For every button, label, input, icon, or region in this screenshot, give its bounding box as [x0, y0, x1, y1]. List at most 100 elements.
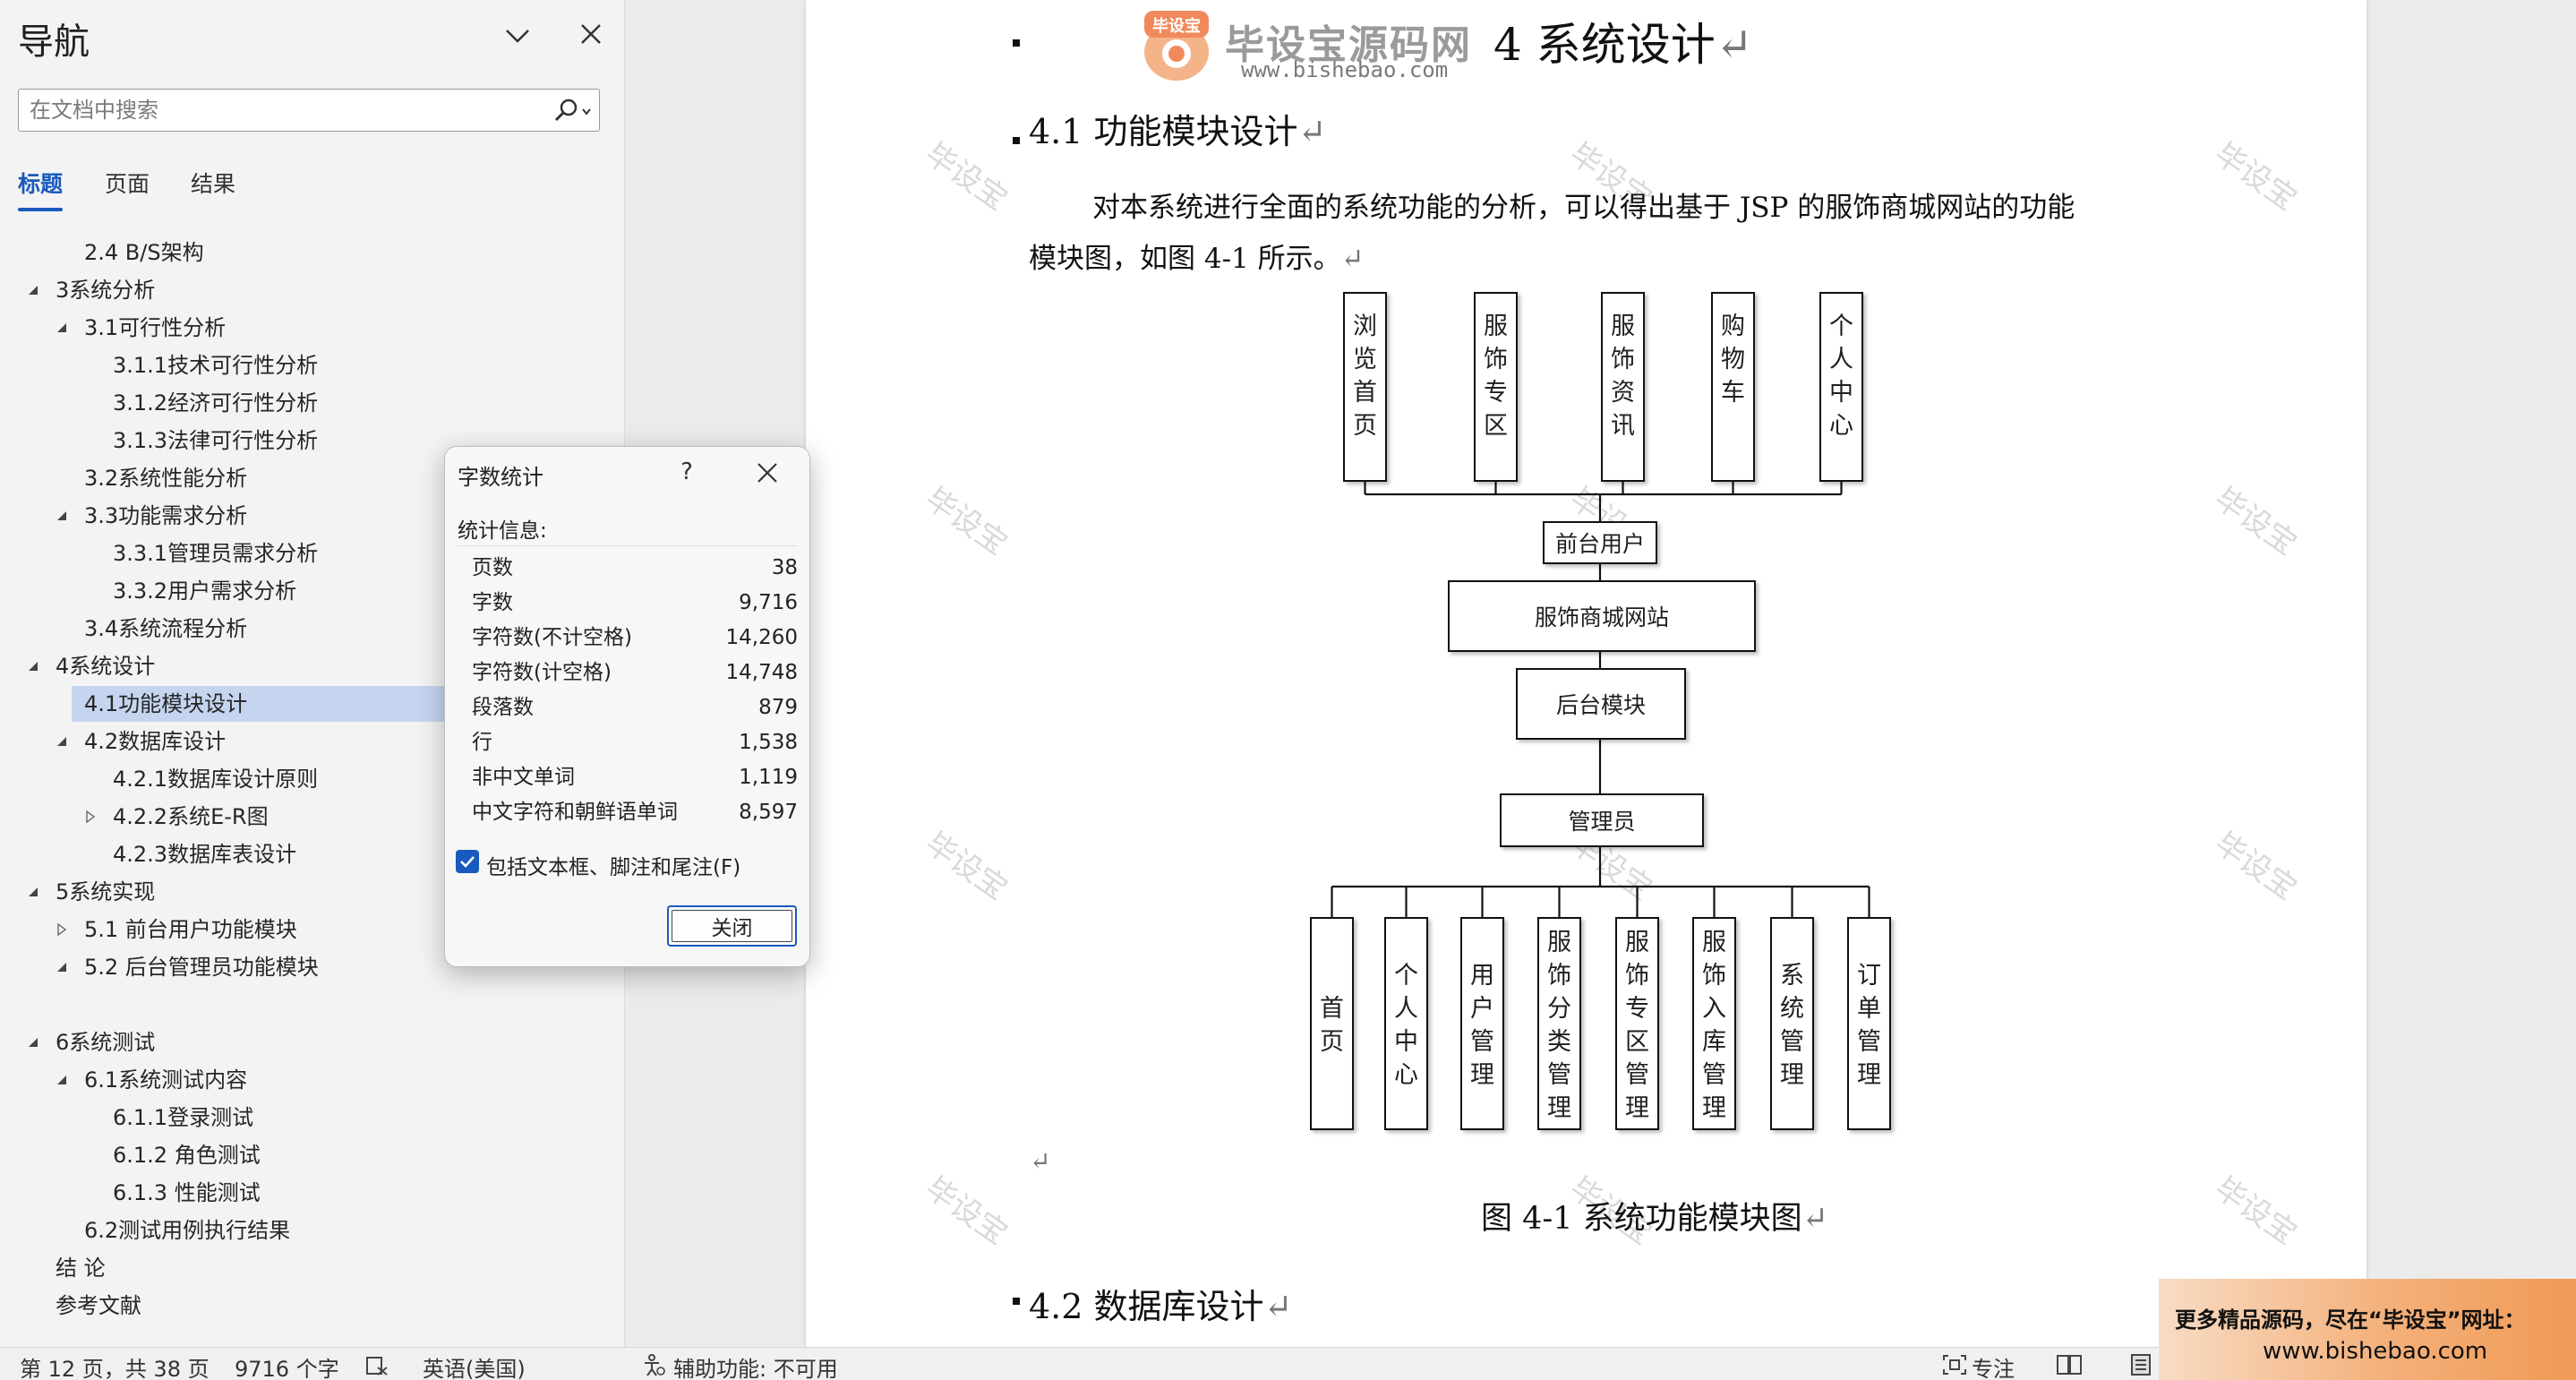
stat-name: 段落数: [472, 696, 534, 719]
search-input[interactable]: [30, 93, 549, 127]
stat-name: 行: [472, 731, 492, 754]
expanded-arrow-icon[interactable]: [27, 284, 39, 296]
nav-heading-item[interactable]: 参考文献: [0, 1288, 625, 1324]
nav-heading-label: 3.2系统性能分析: [84, 466, 248, 491]
nav-heading-label: 5.1 前台用户功能模块: [84, 917, 297, 942]
nav-heading-item[interactable]: 3.1.1技术可行性分析: [0, 347, 625, 383]
tab-results[interactable]: 结果: [191, 167, 235, 199]
nav-heading-label: 3.1.1技术可行性分析: [113, 353, 319, 378]
nav-heading-item[interactable]: 6.1系统测试内容: [0, 1062, 625, 1098]
tab-pages[interactable]: 页面: [105, 167, 150, 199]
stat-name: 中文字符和朝鲜语单词: [472, 801, 678, 824]
collapsed-arrow-icon[interactable]: [84, 810, 97, 823]
nav-heading-label: 3.1.3法律可行性分析: [113, 428, 319, 453]
nav-heading-item[interactable]: 3.1可行性分析: [0, 310, 625, 346]
stat-value: 38: [771, 556, 798, 579]
collapsed-arrow-icon[interactable]: [56, 923, 68, 936]
include-textboxes-checkbox[interactable]: [456, 850, 479, 873]
front-user-box-label: 前台用户: [1554, 531, 1645, 557]
bottom-module-box: 服饰入库管理: [1692, 917, 1736, 1130]
search-icon[interactable]: [547, 96, 595, 126]
expanded-arrow-icon[interactable]: [27, 660, 39, 673]
function-module-diagram: 浏览首页 服饰专区 服饰资讯 购物车 个人中心 前台用户 服饰商城网站 后台模块 管理员 首页 个人…: [806, 0, 2366, 1347]
help-icon[interactable]: ?: [669, 454, 705, 490]
nav-heading-item[interactable]: 3系统分析: [0, 272, 625, 308]
stat-value: 14,748: [725, 661, 798, 684]
nav-heading-label: 5系统实现: [56, 879, 156, 904]
nav-heading-item[interactable]: [0, 987, 625, 1023]
print-layout-icon[interactable]: [2127, 1353, 2154, 1376]
include-textboxes-label[interactable]: 包括文本框、脚注和尾注(F): [486, 850, 740, 880]
ad-banner[interactable]: 更多精品源码，尽在“毕设宝”网址： www.bishebao.com: [2159, 1279, 2576, 1380]
ad-url[interactable]: www.bishebao.com: [2263, 1338, 2487, 1365]
nav-heading-label: 5.2 后台管理员功能模块: [84, 955, 319, 980]
stat-row: 页数 38: [472, 551, 798, 586]
focus-icon[interactable]: [1941, 1353, 1968, 1376]
read-mode-icon[interactable]: [2056, 1353, 2083, 1376]
language[interactable]: 英语(美国): [423, 1351, 526, 1380]
nav-heading-label: 6.1.3 性能测试: [113, 1180, 261, 1205]
nav-heading-item[interactable]: 3.1.2经济可行性分析: [0, 385, 625, 421]
nav-heading-label: 3.1.2经济可行性分析: [113, 390, 319, 416]
bottom-module-box: 服饰分类管理: [1537, 917, 1581, 1130]
accessibility-icon[interactable]: [641, 1353, 668, 1376]
nav-heading-label: 6.2测试用例执行结果: [84, 1218, 291, 1243]
stat-value: 1,538: [739, 731, 798, 754]
document-page[interactable]: 毕设宝 毕设宝 毕设宝 毕设宝 毕设宝 毕设宝 毕设宝 毕设宝 毕设宝 毕设宝 …: [806, 0, 2366, 1347]
nav-heading-label: 参考文献: [56, 1293, 141, 1318]
nav-heading-label: 2.4 B/S架构: [84, 240, 204, 265]
divider: [458, 545, 798, 546]
dialog-title: 字数统计: [458, 465, 543, 490]
nav-heading-item[interactable]: 6系统测试: [0, 1024, 625, 1060]
expanded-arrow-icon[interactable]: [27, 886, 39, 898]
stat-row: 字符数(计空格) 14,748: [472, 656, 798, 690]
close-button[interactable]: 关闭: [667, 905, 797, 947]
nav-heading-label: 4.1功能模块设计: [84, 691, 248, 716]
stat-name: 页数: [472, 556, 513, 579]
nav-heading-item[interactable]: 6.1.3 性能测试: [0, 1175, 625, 1211]
chevron-down-icon[interactable]: [501, 20, 534, 52]
expanded-arrow-icon[interactable]: [56, 1074, 68, 1086]
focus-mode[interactable]: 专注: [1972, 1351, 2015, 1380]
nav-heading-label: 3.3.2用户需求分析: [113, 579, 297, 604]
nav-heading-label: 6.1.1登录测试: [113, 1105, 254, 1130]
top-module-box-label: 浏览首页: [1353, 313, 1377, 440]
expanded-arrow-icon[interactable]: [27, 1036, 39, 1049]
bottom-module-box-label: 系统管理: [1780, 962, 1804, 1089]
expanded-arrow-icon[interactable]: [56, 321, 68, 334]
top-module-box-label: 个人中心: [1829, 313, 1853, 440]
stat-row: 字符数(不计空格) 14,260: [472, 621, 798, 656]
tab-headings[interactable]: 标题: [18, 167, 63, 199]
empty-paragraph-mark: ↵: [1030, 1146, 1051, 1176]
stat-row: 段落数 879: [472, 690, 798, 725]
stat-value: 8,597: [739, 801, 798, 824]
close-icon[interactable]: [575, 18, 607, 50]
stat-name: 字符数(不计空格): [472, 626, 632, 649]
stat-row: 非中文单词 1,119: [472, 760, 798, 795]
nav-heading-item[interactable]: 结 论: [0, 1250, 625, 1286]
nav-heading-item[interactable]: 6.1.1登录测试: [0, 1100, 625, 1136]
site-box-label: 服饰商城网站: [1534, 604, 1669, 630]
nav-heading-label: 3.3.1管理员需求分析: [113, 541, 319, 566]
nav-heading-label: 6.1.2 角色测试: [113, 1143, 261, 1168]
nav-heading-label: 6系统测试: [56, 1030, 156, 1055]
nav-heading-item[interactable]: 2.4 B/S架构: [0, 235, 625, 270]
top-module-box: 浏览首页: [1343, 292, 1387, 482]
nav-heading-label: 4.2.3数据库表设计: [113, 842, 297, 867]
accessibility-status[interactable]: 辅助功能: 不可用: [673, 1351, 838, 1380]
expanded-arrow-icon[interactable]: [56, 510, 68, 522]
bottom-module-box: 个人中心: [1384, 917, 1428, 1130]
expanded-arrow-icon[interactable]: [56, 961, 68, 973]
expanded-arrow-icon[interactable]: [56, 735, 68, 748]
word-count[interactable]: 9716 个字: [235, 1351, 339, 1380]
page-count[interactable]: 第 12 页，共 38 页: [20, 1351, 210, 1380]
nav-heading-label: 4.2.2系统E-R图: [113, 804, 269, 829]
nav-heading-item[interactable]: 6.2测试用例执行结果: [0, 1213, 625, 1248]
nav-heading-item[interactable]: 6.1.2 角色测试: [0, 1137, 625, 1173]
stat-name: 字数: [472, 591, 513, 614]
proofing-icon[interactable]: [365, 1355, 390, 1376]
backend-box-label: 后台模块: [1555, 692, 1646, 718]
stat-row: 中文字符和朝鲜语单词 8,597: [472, 795, 798, 830]
bottom-module-box-label: 服饰专区管理: [1625, 929, 1649, 1122]
close-icon[interactable]: [749, 456, 785, 490]
